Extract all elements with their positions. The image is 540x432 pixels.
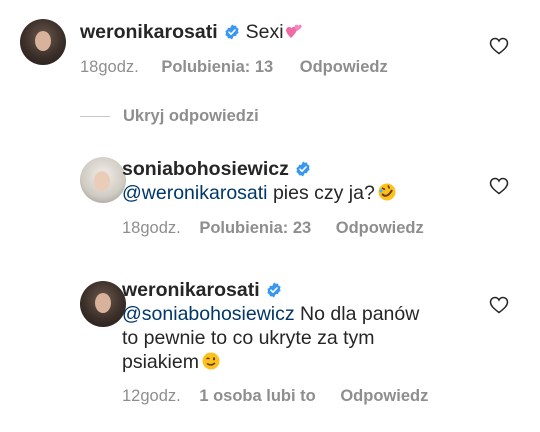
comment-text: @weronikarosati pies czy ja? — [122, 181, 397, 205]
comment-username-line: weronikarosati — [122, 278, 288, 302]
mention-link[interactable]: @soniabohosiewicz — [122, 303, 295, 325]
verified-badge-icon — [296, 161, 310, 177]
likes-count[interactable]: Polubienia: 13 — [161, 57, 273, 77]
comment-body: pies czy ja? — [267, 182, 375, 204]
avatar[interactable] — [20, 19, 66, 65]
comment-text-line: to pewnie to co ukryte za tym — [122, 326, 375, 350]
comment-meta: 12godz. 1 osoba lubi to Odpowiedz — [122, 386, 428, 406]
likes-count[interactable]: Polubienia: 23 — [199, 218, 311, 238]
two-hearts-emoji — [285, 24, 302, 38]
verified-badge-icon — [225, 24, 239, 40]
comment-body: psiakiem — [122, 351, 199, 373]
avatar[interactable] — [80, 281, 126, 327]
hide-replies-label[interactable]: Ukryj odpowiedzi — [123, 105, 259, 127]
username[interactable]: weronikarosati — [80, 21, 218, 43]
comment-username-line: soniabohosiewicz — [122, 157, 317, 181]
reply-button[interactable]: Odpowiedz — [300, 57, 388, 77]
comment-text-line: psiakiem — [122, 350, 221, 374]
timestamp: 18godz. — [80, 58, 139, 76]
comment-body: to pewnie to co ukryte za tym — [122, 327, 375, 349]
heart-icon[interactable] — [489, 296, 509, 314]
avatar[interactable] — [80, 157, 126, 203]
username[interactable]: soniabohosiewicz — [122, 158, 289, 180]
verified-badge-icon — [267, 282, 281, 298]
comment-text: weronikarosati Sexi — [80, 20, 304, 44]
comment-meta: 18godz. Polubienia: 23 Odpowiedz — [122, 218, 424, 238]
divider — [80, 116, 110, 117]
reply-button[interactable]: Odpowiedz — [336, 218, 424, 238]
likes-count[interactable]: 1 osoba lubi to — [199, 386, 315, 406]
comment-meta: 18godz. Polubienia: 13 Odpowiedz — [80, 57, 388, 77]
comment-text-line: @soniabohosiewicz No dla panów — [122, 302, 419, 326]
winking-face-emoji — [202, 352, 220, 370]
reply-button[interactable]: Odpowiedz — [340, 386, 428, 406]
comment-body: Sexi — [245, 21, 284, 43]
rolling-on-floor-laughing-emoji — [378, 183, 396, 201]
heart-icon[interactable] — [489, 37, 509, 55]
comment-body: No dla panów — [294, 303, 420, 325]
mention-link[interactable]: @weronikarosati — [122, 182, 268, 204]
timestamp: 12godz. — [122, 387, 181, 405]
username[interactable]: weronikarosati — [122, 279, 260, 301]
timestamp: 18godz. — [122, 219, 181, 237]
heart-icon[interactable] — [489, 177, 509, 195]
